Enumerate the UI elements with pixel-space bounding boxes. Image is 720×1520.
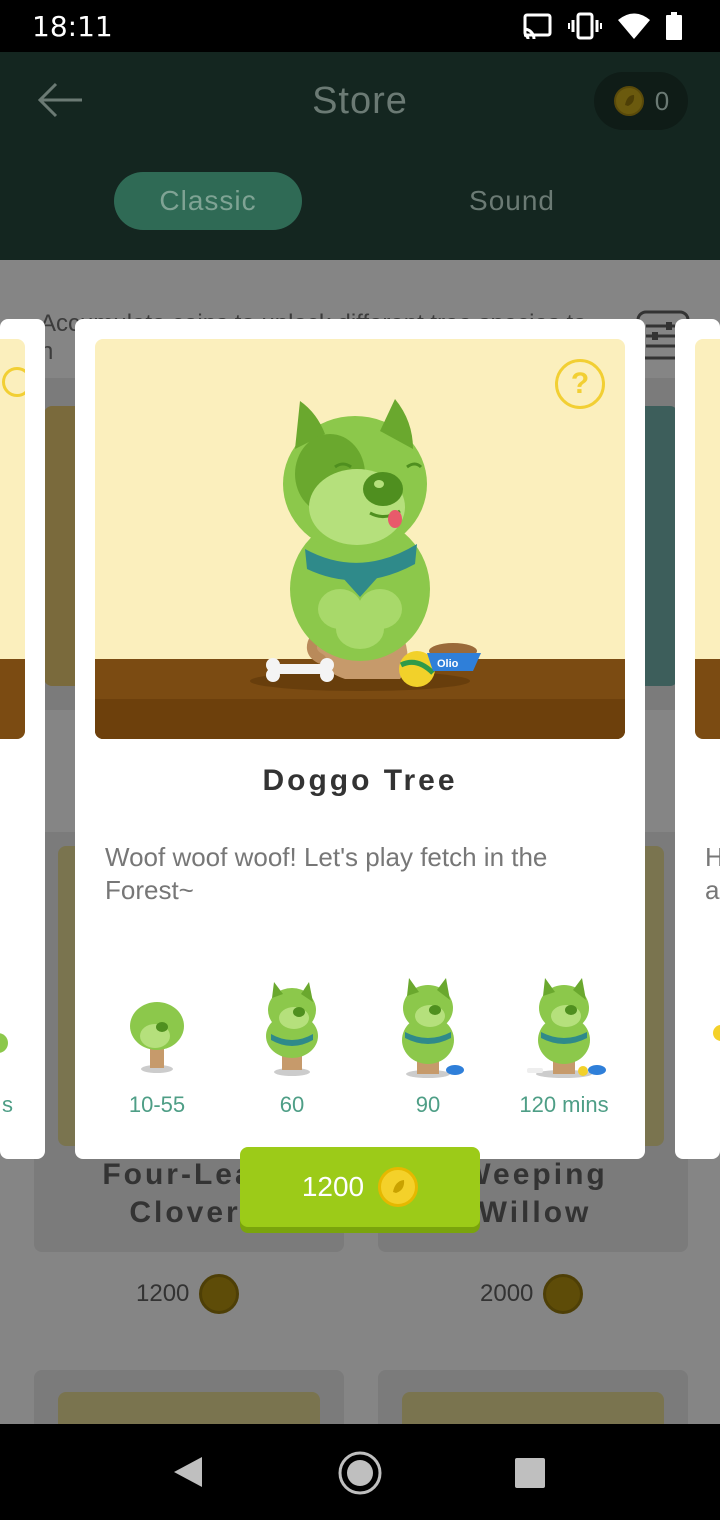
stage-label: 120 mins bbox=[519, 1092, 609, 1117]
nav-back-icon[interactable] bbox=[172, 1455, 204, 1489]
bg-card bbox=[378, 1370, 688, 1424]
store-header: Store 0 Classic Sound bbox=[0, 52, 720, 260]
tree-name: Doggo Tree bbox=[262, 764, 458, 797]
growth-stage-1: 10-55 bbox=[92, 974, 222, 1117]
wifi-icon bbox=[618, 13, 650, 39]
purchase-price: 1200 bbox=[301, 1171, 365, 1202]
doggo-tree-illustration: Olio bbox=[95, 399, 625, 739]
status-icons bbox=[522, 12, 682, 40]
bg-card bbox=[34, 1370, 344, 1424]
prev-stage-label: s bbox=[2, 1092, 13, 1117]
coin-count: 0 bbox=[654, 85, 670, 116]
mature-stage-icon bbox=[527, 978, 606, 1078]
coin-icon bbox=[543, 1274, 584, 1314]
bg-card-price: 1200 bbox=[136, 1274, 240, 1314]
coin-icon bbox=[613, 86, 644, 116]
tree-hero-image: Olio ? bbox=[95, 339, 625, 739]
mini-tree-icon bbox=[713, 1025, 720, 1041]
tab-classic[interactable]: Classic bbox=[114, 172, 302, 230]
mini-tree-icon bbox=[0, 1033, 8, 1053]
purchase-button[interactable]: 1200 bbox=[240, 1147, 480, 1227]
sapling-stage-icon bbox=[130, 1002, 184, 1073]
coin-balance[interactable]: 0 bbox=[594, 72, 688, 130]
growth-stage-4: 120 mins bbox=[499, 974, 629, 1117]
prev-tree-card[interactable]: s bbox=[0, 319, 45, 1159]
help-button[interactable]: ? bbox=[555, 359, 605, 409]
status-bar: 18:11 bbox=[0, 0, 720, 52]
stage-label: 60 bbox=[279, 1092, 305, 1117]
young-stage-icon bbox=[266, 982, 318, 1076]
tree-description: Woof woof woof! Let's play fetch in the … bbox=[105, 842, 548, 905]
status-time: 18:11 bbox=[32, 10, 113, 43]
nav-home-icon[interactable] bbox=[337, 1450, 383, 1496]
next-card-desc: H a bbox=[705, 842, 720, 905]
bg-card-price: 2000 bbox=[480, 1274, 584, 1314]
next-tree-card[interactable]: H a bbox=[675, 319, 720, 1159]
tab-sound[interactable]: Sound bbox=[418, 172, 606, 230]
coin-icon bbox=[378, 1167, 419, 1207]
stage-label: 90 bbox=[415, 1092, 441, 1117]
coin-icon bbox=[199, 1274, 240, 1314]
vibrate-icon bbox=[568, 12, 602, 40]
bowl-label: Olio bbox=[437, 658, 459, 670]
navigation-bar bbox=[0, 1424, 720, 1520]
cast-icon bbox=[523, 13, 552, 39]
stage-label: 10-55 bbox=[128, 1092, 186, 1117]
battery-icon bbox=[666, 12, 682, 40]
tree-detail-card: Olio ? Doggo Tree Woof woof woof! Let's … bbox=[75, 319, 645, 1159]
adult-stage-icon bbox=[402, 978, 464, 1078]
nav-recents-icon[interactable] bbox=[514, 1457, 546, 1489]
growth-stage-3: 90 bbox=[363, 974, 493, 1117]
growth-stage-2: 60 bbox=[227, 974, 357, 1117]
